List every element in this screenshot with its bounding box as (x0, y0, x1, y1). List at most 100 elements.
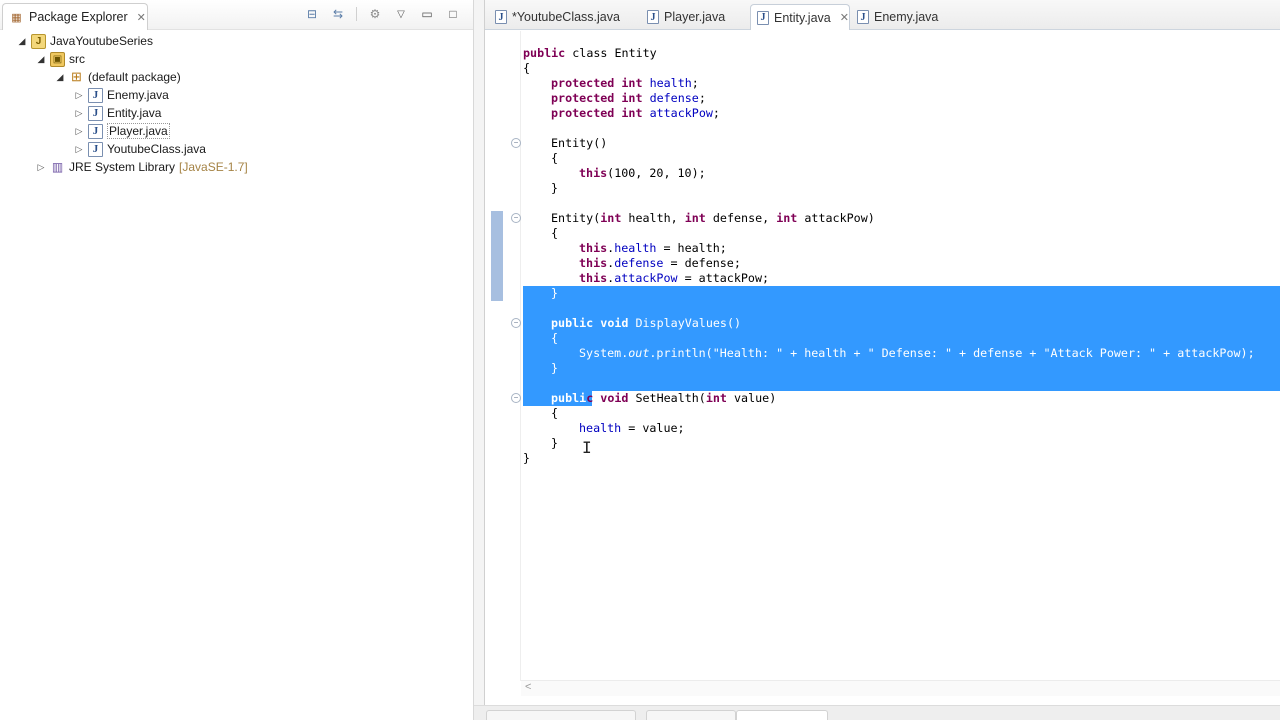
tree-item-enemy-java[interactable]: ▷ J Enemy.java (74, 86, 169, 104)
code-line: { (551, 406, 559, 420)
tab-player[interactable]: J Player.java (641, 4, 749, 30)
java-file-icon: J (647, 10, 659, 24)
code-line: { (551, 331, 559, 345)
fold-collapse-icon[interactable]: − (511, 138, 521, 148)
collapsed-arrow-icon[interactable]: ▷ (74, 108, 84, 119)
code-line: } (551, 286, 559, 300)
tree-item-decoration: [JavaSE-1.7] (179, 160, 248, 174)
fold-collapse-icon[interactable]: − (511, 393, 521, 403)
fold-collapse-icon[interactable]: − (511, 318, 521, 328)
tab-youtubeclass[interactable]: J *YoutubeClass.java (489, 4, 639, 30)
library-icon: ▥ (51, 160, 64, 174)
text-selection (523, 286, 1280, 391)
code-line: public void DisplayValues() (551, 316, 742, 330)
code-line: } (523, 451, 531, 465)
expanded-arrow-icon[interactable]: ◢ (36, 54, 46, 65)
code-line: protected int health; (551, 76, 699, 90)
java-editor: J *YoutubeClass.java J Player.java J Ent… (484, 0, 1280, 720)
code-line: Entity() (551, 136, 608, 150)
package-explorer-tab[interactable]: ▦ Package Explorer ✕ (2, 3, 148, 30)
package-explorer-view: ▦ Package Explorer ✕ ⊟ ⇆ ⚙ ▽ ▭ □ ◢ J Jav… (0, 0, 474, 720)
tree-item-label: YoutubeClass.java (107, 142, 206, 156)
tree-item-label: Player.java (107, 123, 170, 139)
java-file-icon: J (495, 10, 507, 24)
tree-item-src[interactable]: ◢ ▣ src (36, 50, 85, 68)
tree-item-player-java[interactable]: ▷ J Player.java (74, 122, 170, 140)
package-explorer-header: ▦ Package Explorer ✕ ⊟ ⇆ ⚙ ▽ ▭ □ (0, 0, 473, 30)
tab-label: Entity.java (774, 10, 831, 25)
tree-item-youtubeclass-java[interactable]: ▷ J YoutubeClass.java (74, 140, 206, 158)
quick-diff-change-bar (491, 211, 503, 301)
collapsed-arrow-icon[interactable]: ▷ (74, 90, 84, 101)
tree-item-default-package[interactable]: ◢ ⊞ (default package) (55, 68, 181, 86)
close-icon[interactable]: ✕ (137, 11, 146, 24)
code-line: protected int defense; (551, 91, 706, 105)
java-file-icon: J (857, 10, 869, 24)
explorer-toolbar: ⊟ ⇆ ⚙ ▽ ▭ □ (304, 7, 461, 21)
bottom-tab[interactable] (736, 710, 828, 720)
code-line: { (523, 61, 531, 75)
minimize-icon[interactable]: ▭ (419, 7, 435, 21)
tab-entity[interactable]: J Entity.java ✕ (750, 4, 850, 30)
java-file-icon: J (88, 141, 103, 157)
tab-label: Enemy.java (874, 10, 939, 24)
java-file-icon: J (757, 10, 769, 25)
tab-enemy[interactable]: J Enemy.java (851, 4, 951, 30)
java-file-icon: J (88, 123, 103, 139)
source-folder-icon: ▣ (50, 51, 65, 67)
tree-item-jre-library[interactable]: ▷ ▥ JRE System Library [JavaSE-1.7] (36, 158, 248, 176)
code-area[interactable]: − − − − public class Entity { protected … (485, 31, 1280, 696)
java-file-icon: J (88, 87, 103, 103)
filter-icon[interactable]: ⚙ (367, 7, 383, 21)
code-line: } (551, 436, 559, 450)
code-line: System.out.println("Health: " + health +… (579, 346, 1255, 360)
code-line: { (551, 151, 559, 165)
tab-label: Player.java (664, 10, 726, 24)
package-explorer-title: Package Explorer (29, 10, 128, 24)
code-line: public void SetHealth(int value) (551, 391, 777, 405)
tree-item-project[interactable]: ◢ J JavaYoutubeSeries (17, 32, 153, 50)
code-line: this.defense = defense; (579, 256, 741, 270)
code-line: } (551, 361, 559, 375)
tree-item-label: (default package) (88, 70, 181, 84)
package-icon: ⊞ (71, 69, 82, 84)
bottom-tab[interactable] (646, 710, 736, 720)
toolbar-separator (356, 7, 357, 21)
tree-item-label: Enemy.java (107, 88, 169, 102)
code-line: this.health = health; (579, 241, 727, 255)
tree-item-entity-java[interactable]: ▷ J Entity.java (74, 104, 161, 122)
link-with-editor-icon[interactable]: ⇆ (330, 7, 346, 21)
collapsed-arrow-icon[interactable]: ▷ (74, 144, 84, 155)
scroll-left-icon[interactable]: < (525, 681, 531, 693)
java-file-icon: J (88, 105, 103, 121)
i-beam-cursor-icon: I (582, 438, 592, 457)
collapse-all-icon[interactable]: ⊟ (304, 7, 320, 21)
code-line: this(100, 20, 10); (579, 166, 706, 180)
close-icon[interactable]: ✕ (840, 11, 849, 24)
maximize-icon[interactable]: □ (445, 7, 461, 21)
collapsed-arrow-icon[interactable]: ▷ (74, 126, 84, 137)
horizontal-scrollbar[interactable]: < (521, 680, 1280, 696)
tree-item-label: JavaYoutubeSeries (50, 34, 153, 48)
tree-item-label: src (69, 52, 85, 66)
code-line: { (551, 226, 559, 240)
fold-collapse-icon[interactable]: − (511, 213, 521, 223)
view-menu-icon[interactable]: ▽ (393, 7, 409, 21)
tree-item-label: Entity.java (107, 106, 162, 120)
eclipse-window: ▦ Package Explorer ✕ ⊟ ⇆ ⚙ ▽ ▭ □ ◢ J Jav… (0, 0, 1280, 720)
editor-tab-bar: J *YoutubeClass.java J Player.java J Ent… (485, 0, 1280, 30)
code-line: protected int attackPow; (551, 106, 720, 120)
expanded-arrow-icon[interactable]: ◢ (55, 72, 65, 83)
collapsed-arrow-icon[interactable]: ▷ (36, 162, 46, 173)
tree-item-label: JRE System Library (69, 160, 176, 174)
code-line: } (551, 181, 559, 195)
expanded-arrow-icon[interactable]: ◢ (17, 36, 27, 47)
bottom-tab[interactable] (486, 710, 636, 720)
bottom-panel-strip (474, 705, 1280, 720)
code-line: health = value; (579, 421, 685, 435)
vertical-ruler: − − − − (485, 31, 521, 681)
code-line: public class Entity (523, 46, 657, 60)
code-line: this.attackPow = attackPow; (579, 271, 770, 285)
tab-label: *YoutubeClass.java (512, 10, 620, 24)
package-explorer-icon: ▦ (11, 11, 22, 24)
